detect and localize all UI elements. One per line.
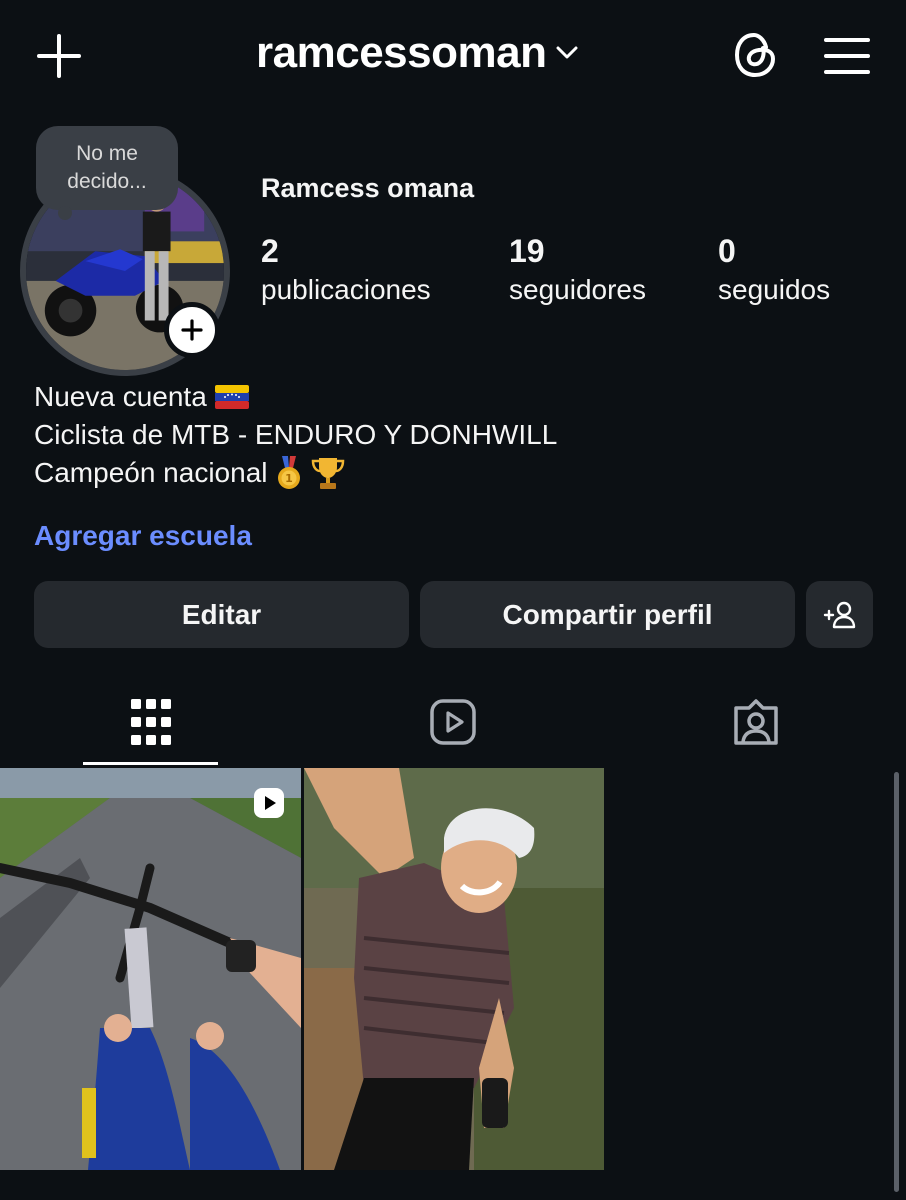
- plus-icon: [37, 34, 81, 78]
- add-person-icon: [823, 601, 855, 628]
- discover-people-button[interactable]: [806, 581, 873, 648]
- stat-followers-label: seguidores: [509, 274, 646, 305]
- stat-following-label: seguidos: [718, 274, 831, 305]
- bio-line-text: Nueva cuenta: [34, 381, 207, 412]
- chevron-down-icon: [556, 46, 578, 59]
- profile-note[interactable]: No me decido...: [36, 126, 178, 210]
- stat-following[interactable]: 0 seguidos: [718, 232, 830, 310]
- venezuela-flag-icon: [214, 385, 249, 409]
- stat-posts[interactable]: 2 publicaciones: [261, 232, 431, 310]
- active-tab-indicator: [83, 762, 218, 765]
- stat-following-count: 0: [718, 233, 736, 269]
- bio-line: Ciclista de MTB - ENDURO Y DONHWILL: [34, 416, 557, 454]
- grid-icon: [130, 699, 171, 745]
- menu-button[interactable]: [824, 36, 870, 76]
- tab-grid[interactable]: [83, 692, 218, 752]
- hamburger-menu-icon: [824, 38, 870, 74]
- plus-icon: [181, 319, 203, 341]
- stat-followers-count: 19: [509, 233, 545, 269]
- tagged-icon: [733, 699, 778, 745]
- post-thumbnail[interactable]: [0, 768, 301, 1170]
- gold-medal-icon: 1: [277, 456, 300, 489]
- svg-text:1: 1: [285, 472, 293, 485]
- header-username: ramcessoman: [256, 28, 547, 77]
- scrollbar[interactable]: [894, 772, 899, 1192]
- add-school-link[interactable]: Agregar escuela: [34, 520, 252, 552]
- tab-tagged[interactable]: [688, 692, 823, 752]
- account-switcher[interactable]: ramcessoman: [256, 28, 578, 78]
- stat-posts-label: publicaciones: [261, 274, 431, 305]
- stat-followers[interactable]: 19 seguidores: [509, 232, 646, 310]
- profile-bio: Nueva cuenta Ciclista de MTB - ENDURO Y …: [34, 378, 557, 492]
- reel-badge-icon: [254, 788, 284, 818]
- post-image-bike-ride: [0, 768, 301, 1170]
- add-story-button[interactable]: [164, 302, 220, 358]
- new-post-button[interactable]: [36, 33, 82, 79]
- note-text: No me decido...: [67, 142, 147, 193]
- post-image-selfie: [304, 768, 604, 1170]
- stat-posts-count: 2: [261, 233, 279, 269]
- reels-icon: [429, 699, 476, 745]
- share-profile-button[interactable]: Compartir perfil: [420, 581, 795, 648]
- edit-profile-button[interactable]: Editar: [34, 581, 409, 648]
- bio-line: Campeón nacional 1: [34, 454, 557, 492]
- threads-button[interactable]: [730, 30, 780, 80]
- bio-line-text: Campeón nacional: [34, 457, 268, 488]
- profile-full-name: Ramcess omana: [261, 173, 475, 203]
- note-bubble-tail: [58, 206, 72, 220]
- trophy-icon: [311, 458, 344, 489]
- post-thumbnail[interactable]: [304, 768, 604, 1170]
- bio-line-text: Ciclista de MTB - ENDURO Y DONHWILL: [34, 419, 558, 450]
- threads-icon: [734, 32, 776, 78]
- bio-line: Nueva cuenta: [34, 378, 557, 416]
- tab-reels[interactable]: [385, 692, 520, 752]
